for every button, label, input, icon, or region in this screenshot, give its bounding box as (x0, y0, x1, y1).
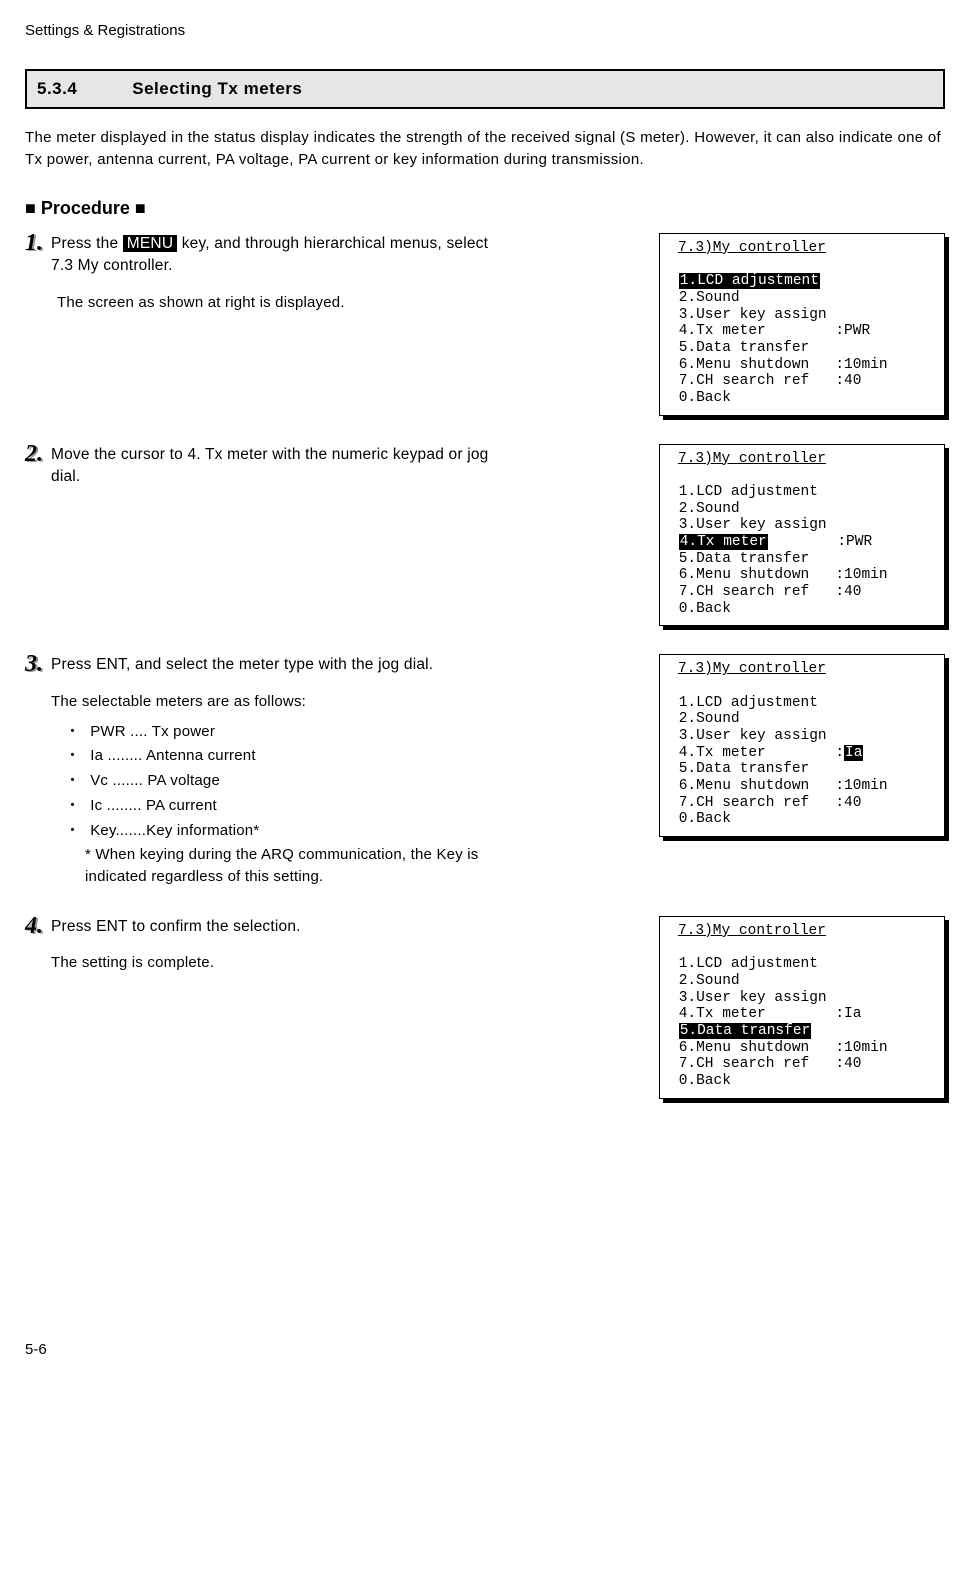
page-number: 5-6 (25, 1339, 945, 1360)
screen-value: :10min (835, 778, 887, 794)
lcd-screen: 7.3)My controller 1.LCD adjustment 2.Sou… (659, 654, 945, 837)
meter-list: ・ PWR .... Tx power ・ Ia ........ Antenna … (65, 721, 505, 842)
screen-item: 2.Sound (679, 290, 740, 306)
step-text: Press the (51, 235, 123, 252)
screen-item: 1.LCD adjustment (679, 484, 818, 500)
step-sub-text: The setting is complete. (51, 952, 505, 974)
meter-item: Ic ........ PA current (90, 795, 217, 817)
bullet-icon: ・ (65, 795, 80, 817)
screen-item: 6.Menu shutdown (679, 357, 810, 373)
bullet-icon: ・ (65, 770, 80, 792)
screen-title: 7.3)My controller (678, 661, 826, 677)
step-2: 2. Move the cursor to 4. Tx meter with t… (25, 444, 945, 627)
menu-key-badge: MENU (123, 235, 177, 252)
lcd-screen: 7.3)My controller 1.LCD adjustment 2.Sou… (659, 916, 945, 1099)
bullet-icon: ・ (65, 820, 80, 842)
screen-value: :40 (835, 373, 861, 389)
lcd-screen: 7.3)My controller 1.LCD adjustment 2.Sou… (659, 444, 945, 627)
screen-value: :40 (835, 584, 861, 600)
footnote: * When keying during the ARQ communicati… (85, 844, 505, 888)
step-number: 4. (25, 914, 43, 938)
procedure-heading: ■ Procedure ■ (25, 196, 945, 221)
screen-title: 7.3)My controller (678, 923, 826, 939)
step-body: Move the cursor to 4. Tx meter with the … (51, 444, 505, 489)
step-body: Press the MENU key, and through hierarch… (51, 233, 505, 314)
screen-item: 7.CH search ref (679, 584, 810, 600)
step-number: 2. (25, 442, 43, 466)
screen-title: 7.3)My controller (678, 240, 826, 256)
screen-value: :PWR (837, 534, 872, 550)
step-text: Move the cursor to 4. Tx meter with the … (51, 446, 489, 485)
meter-item: Vc ....... PA voltage (90, 770, 220, 792)
screen-value: :10min (835, 567, 887, 583)
intro-paragraph: The meter displayed in the status displa… (25, 127, 945, 172)
screen-item: 6.Menu shutdown (679, 778, 810, 794)
screen-item: 4.Tx meter (679, 745, 766, 761)
screen-item: 3.User key assign (679, 728, 827, 744)
bullet-icon: ・ (65, 745, 80, 767)
step-4: 4. Press ENT to confirm the selection. T… (25, 916, 945, 1099)
screen-value: :40 (835, 1056, 861, 1072)
step-sub-text: The selectable meters are as follows: (51, 691, 505, 713)
screen-item: 3.User key assign (679, 517, 827, 533)
screen-item-selected: 1.LCD adjustment (679, 273, 820, 289)
screen-item: 7.CH search ref (679, 373, 810, 389)
screen-item: 5.Data transfer (679, 551, 810, 567)
step-body: Press ENT to confirm the selection. The … (51, 916, 505, 974)
screen-item: 0.Back (679, 601, 731, 617)
screen-value: :10min (835, 1040, 887, 1056)
screen-item: 5.Data transfer (679, 340, 810, 356)
screen-item: 4.Tx meter (679, 1006, 766, 1022)
meter-item: PWR .... Tx power (90, 721, 215, 743)
screen-item: 6.Menu shutdown (679, 567, 810, 583)
step-text: Press ENT, and select the meter type wit… (51, 656, 433, 673)
screen-item: 6.Menu shutdown (679, 1040, 810, 1056)
screen-value: :10min (835, 357, 887, 373)
screen-item: 0.Back (679, 1073, 731, 1089)
step-body: Press ENT, and select the meter type wit… (51, 654, 505, 887)
page-header: Settings & Registrations (25, 20, 945, 41)
screen-item: 4.Tx meter (679, 323, 766, 339)
screen-item: 7.CH search ref (679, 1056, 810, 1072)
screen-title: 7.3)My controller (678, 451, 826, 467)
screen-item: 0.Back (679, 811, 731, 827)
screen-value: :Ia (835, 1006, 861, 1022)
screen-item: 1.LCD adjustment (679, 956, 818, 972)
bullet-icon: ・ (65, 721, 80, 743)
section-number: 5.3.4 (37, 77, 127, 101)
screen-item: 2.Sound (679, 973, 740, 989)
screen-value: :40 (835, 795, 861, 811)
section-title-bar: 5.3.4 Selecting Tx meters (25, 69, 945, 109)
screen-value: :PWR (835, 323, 870, 339)
screen-item: 1.LCD adjustment (679, 695, 818, 711)
screen-value-selected: Ia (844, 745, 863, 761)
step-text: Press ENT to confirm the selection. (51, 918, 301, 935)
screen-item: 0.Back (679, 390, 731, 406)
screen-item: 3.User key assign (679, 990, 827, 1006)
step-number: 3. (25, 652, 43, 676)
screen-item-selected: 5.Data transfer (679, 1023, 812, 1039)
screen-item: 2.Sound (679, 501, 740, 517)
step-sub-text: The screen as shown at right is displaye… (57, 292, 505, 314)
lcd-screen: 7.3)My controller 1.LCD adjustment 2.Sou… (659, 233, 945, 416)
meter-item: Key.......Key information* (90, 820, 259, 842)
screen-item: 2.Sound (679, 711, 740, 727)
screen-item: 5.Data transfer (679, 761, 810, 777)
step-3: 3. Press ENT, and select the meter type … (25, 654, 945, 887)
screen-item: 3.User key assign (679, 307, 827, 323)
meter-item: Ia ........ Antenna current (90, 745, 256, 767)
screen-item-selected: 4.Tx meter (679, 534, 768, 550)
step-number: 1. (25, 231, 43, 255)
step-1: 1. Press the MENU key, and through hiera… (25, 233, 945, 416)
section-title: Selecting Tx meters (132, 79, 302, 98)
screen-item: 7.CH search ref (679, 795, 810, 811)
